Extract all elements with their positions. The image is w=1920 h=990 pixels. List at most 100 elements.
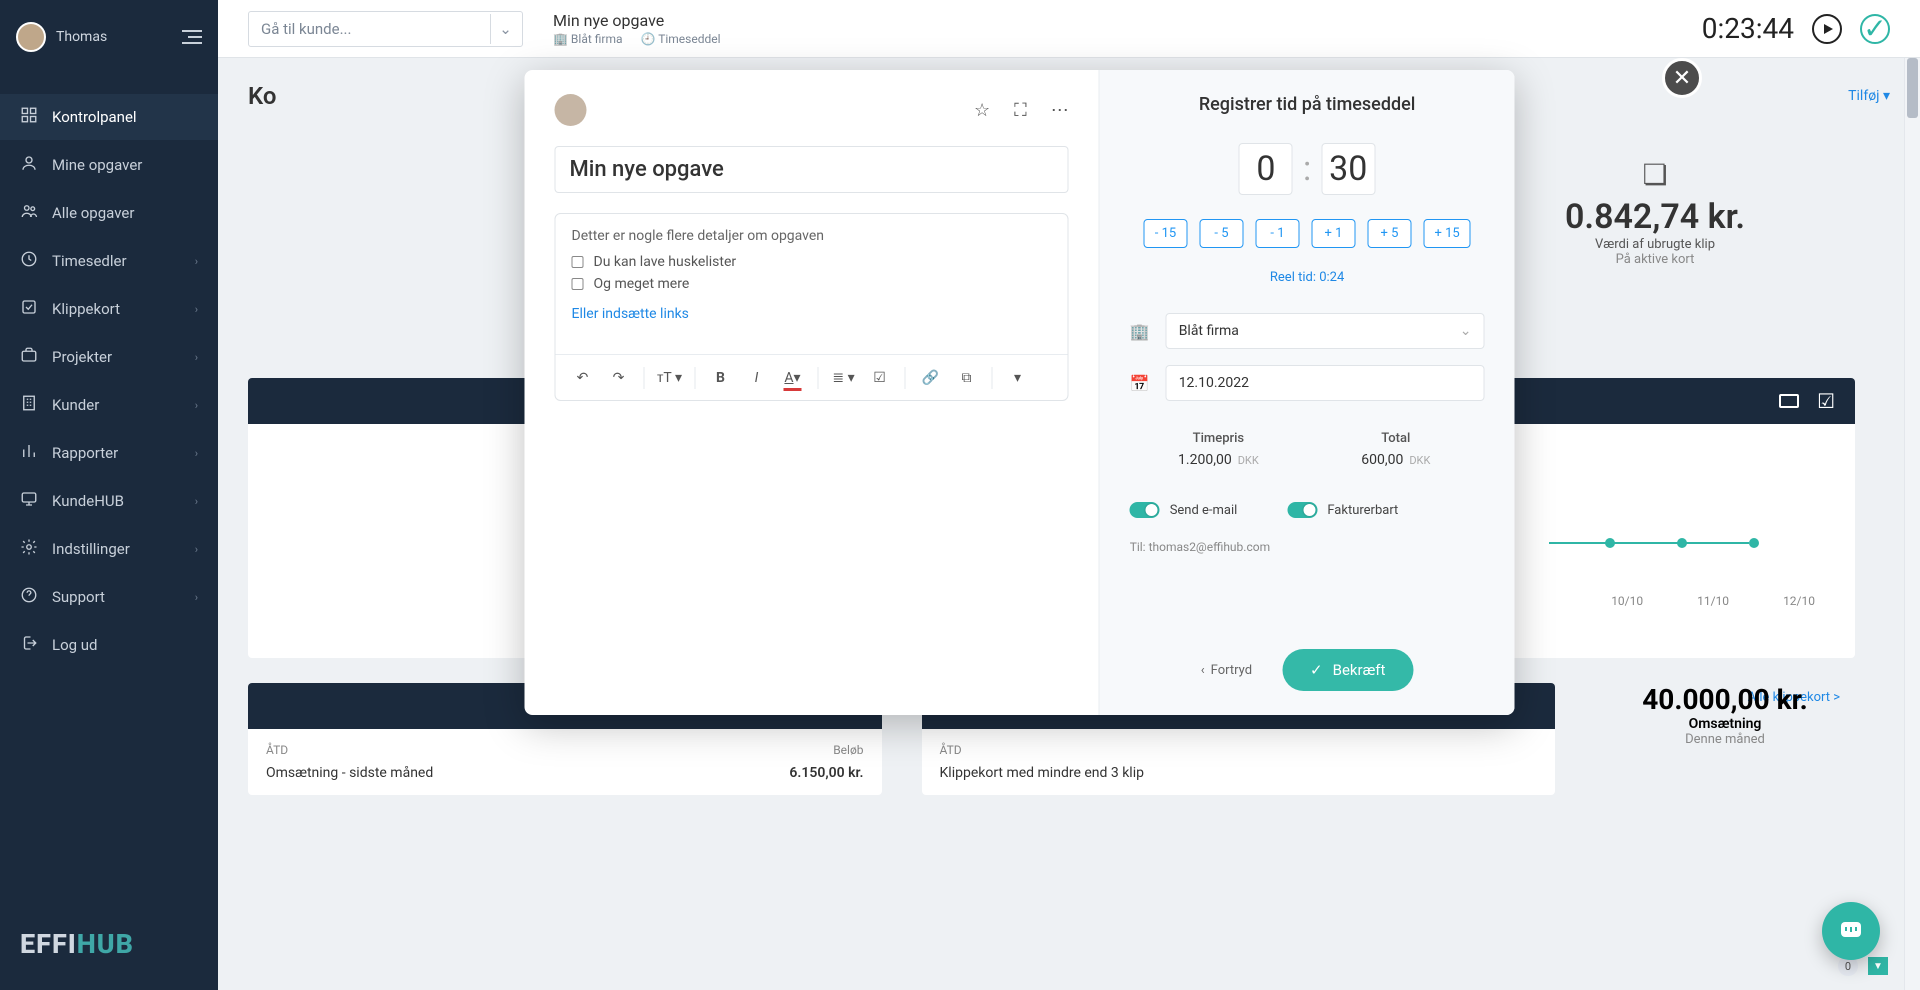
chart-dot xyxy=(1749,538,1759,548)
chevron-right-icon: › xyxy=(195,543,198,556)
email-recipient: Til: thomas2@effihub.com xyxy=(1130,540,1485,554)
sidebar-item-log-ud[interactable]: Log ud xyxy=(0,622,218,668)
link-icon[interactable]: 🔗 xyxy=(916,363,946,393)
cash-small-icon[interactable] xyxy=(1779,394,1799,408)
kpi2-label-1: Omsætning xyxy=(1595,716,1855,732)
checkbox-icon[interactable] xyxy=(572,278,584,290)
sidebar-item-kontrolpanel[interactable]: Kontrolpanel xyxy=(0,94,218,140)
checklist-item[interactable]: Du kan lave huskelister xyxy=(572,254,1052,270)
search-dropdown-icon[interactable]: ⌄ xyxy=(490,14,520,44)
tilfoej-menu[interactable]: Tilføj ▾ xyxy=(1848,88,1890,104)
klippekort-row[interactable]: Klippekort med mindre end 3 klip xyxy=(940,765,1538,781)
task-title-input[interactable] xyxy=(555,146,1069,193)
company-chip: 🏢 Blåt firma xyxy=(553,32,623,46)
text-size-icon[interactable]: ᴛT ▾ xyxy=(655,363,685,393)
adjust-button[interactable]: + 1 xyxy=(1311,219,1355,248)
redo-icon[interactable]: ↷ xyxy=(604,363,634,393)
sidebar-item-label: Support xyxy=(52,588,105,606)
expand-icon[interactable]: ⛶ xyxy=(1014,100,1027,121)
col-atd: ÅTD xyxy=(266,743,764,757)
bold-icon[interactable]: B xyxy=(706,363,736,393)
modal-close-button[interactable]: ✕ xyxy=(1662,58,1702,98)
desc-intro: Detter er nogle flere detaljer om opgave… xyxy=(572,228,1052,244)
adjust-button[interactable]: + 5 xyxy=(1367,219,1411,248)
timer-zone: 0:23:44 ✓ xyxy=(1702,12,1890,45)
menu-toggle-icon[interactable] xyxy=(182,30,202,44)
undo-icon[interactable]: ↶ xyxy=(568,363,598,393)
sidebar-item-label: Projekter xyxy=(52,348,112,366)
checklist-item[interactable]: Og meget mere xyxy=(572,276,1052,292)
support-chat-button[interactable] xyxy=(1822,902,1880,960)
cancel-button[interactable]: ‹Fortryd xyxy=(1201,663,1252,678)
task-modal: ☆ ⛶ ⋯ Detter er nogle flere detaljer om … xyxy=(525,70,1515,715)
sidebar-item-support[interactable]: Support› xyxy=(0,574,218,620)
sidebar-item-label: KundeHUB xyxy=(52,492,124,510)
italic-icon[interactable]: I xyxy=(742,363,772,393)
kpi2-label-2: Denne måned xyxy=(1595,732,1855,747)
play-button[interactable] xyxy=(1812,14,1842,44)
description-editor: Detter er nogle flere detaljer om opgave… xyxy=(555,213,1069,401)
time-colon: : xyxy=(1303,149,1311,189)
row-label: Omsætning - sidste måned xyxy=(266,765,724,781)
sidebar-item-label: Kunder xyxy=(52,396,99,414)
col-atd: ÅTD xyxy=(940,743,1438,757)
scrollbar[interactable] xyxy=(1904,58,1920,990)
sidebar-item-timesedler[interactable]: Timesedler› xyxy=(0,238,218,284)
check-toggle-icon[interactable]: ☑ xyxy=(1817,389,1835,413)
sidebar-item-indstillinger[interactable]: Indstillinger› xyxy=(0,526,218,572)
calendar-icon: 📅 xyxy=(1130,374,1150,393)
confirm-button[interactable]: ✓Bekræft xyxy=(1282,649,1413,691)
send-email-toggle[interactable] xyxy=(1130,502,1160,518)
brand-logo-b: HUB xyxy=(77,928,134,960)
row-value: 6.150,00 kr. xyxy=(724,765,864,781)
sidebar-item-projekter[interactable]: Projekter› xyxy=(0,334,218,380)
checklist-icon[interactable]: ☑ xyxy=(865,363,895,393)
chevron-down-icon: ⌄ xyxy=(1460,323,1472,339)
date-input[interactable]: 12.10.2022 xyxy=(1166,365,1485,401)
sidebar-item-label: Klippekort xyxy=(52,300,120,318)
editor-body[interactable]: Detter er nogle flere detaljer om opgave… xyxy=(556,214,1068,354)
sidebar-item-kunder[interactable]: Kunder › xyxy=(0,382,218,428)
complete-button[interactable]: ✓ xyxy=(1860,14,1890,44)
font-color-icon[interactable]: A ▾ xyxy=(778,363,808,393)
chevron-right-icon: › xyxy=(195,399,198,412)
customer-search-input[interactable]: Gå til kunde... ⌄ xyxy=(248,11,523,47)
user-name: Thomas xyxy=(56,29,107,45)
sidebar-item-klippekort[interactable]: Klippekort › xyxy=(0,286,218,332)
unlink-icon[interactable]: ⧉ xyxy=(952,363,982,393)
company-select[interactable]: Blåt firma ⌄ xyxy=(1166,313,1485,349)
star-icon[interactable]: ☆ xyxy=(974,100,990,121)
check-icon: ✓ xyxy=(1310,661,1323,679)
sidebar-item-rapporter[interactable]: Rapporter› xyxy=(0,430,218,476)
scrollbar-thumb[interactable] xyxy=(1907,58,1918,118)
minutes-input[interactable]: 30 xyxy=(1321,143,1375,195)
billable-toggle[interactable] xyxy=(1287,502,1317,518)
sidebar-user[interactable]: Thomas xyxy=(16,22,107,52)
adjust-button[interactable]: - 1 xyxy=(1255,219,1299,248)
kpi-label-1: Værdi af ubrugte klip xyxy=(1455,237,1855,252)
list-icon[interactable]: ≣ ▾ xyxy=(829,363,859,393)
more-icon[interactable]: ⋯ xyxy=(1051,100,1069,121)
chevron-right-icon: › xyxy=(195,495,198,508)
pager-dropdown[interactable]: ▼ xyxy=(1868,957,1888,975)
timer-value: 0:23:44 xyxy=(1702,12,1794,45)
adjust-button[interactable]: - 15 xyxy=(1143,219,1187,248)
adjust-button[interactable]: + 15 xyxy=(1423,219,1470,248)
inserted-link[interactable]: Eller indsætte links xyxy=(572,306,1052,322)
sidebar-item-kundehub[interactable]: KundeHUB › xyxy=(0,478,218,524)
building-icon xyxy=(20,394,38,416)
adjust-button[interactable]: - 5 xyxy=(1199,219,1243,248)
kpi-value: 0.842,74 kr. xyxy=(1455,197,1855,237)
revenue-row[interactable]: Omsætning - sidste måned 6.150,00 kr. xyxy=(266,765,864,781)
user-avatar xyxy=(16,22,46,52)
sidebar-item-mine-opgaver[interactable]: Mine opgaver xyxy=(0,142,218,188)
chevron-right-icon: › xyxy=(195,303,198,316)
sidebar-item-alle-opgaver[interactable]: Alle opgaver xyxy=(0,190,218,236)
running-task-header[interactable]: Min nye opgave 🏢 Blåt firma 🕘 Timeseddel xyxy=(553,11,721,46)
app-root: Thomas KontrolpanelMine opgaverAlle opga… xyxy=(0,0,1920,990)
hours-input[interactable]: 0 xyxy=(1239,143,1293,195)
more-toolbar-icon[interactable]: ▾ xyxy=(1003,363,1033,393)
briefcase-icon xyxy=(20,346,38,368)
checkbox-icon[interactable] xyxy=(572,256,584,268)
x-tick: 10/10 xyxy=(1611,594,1643,608)
